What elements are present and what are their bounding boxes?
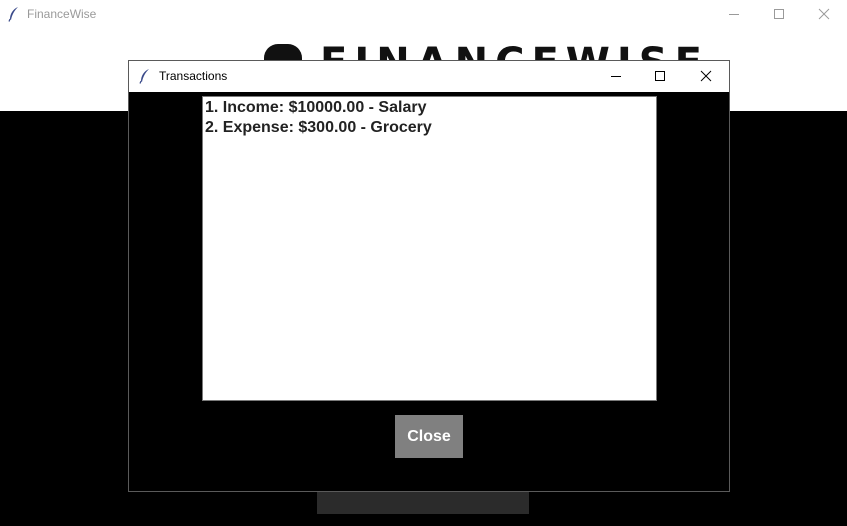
main-minimize-button[interactable] (711, 0, 757, 28)
partially-hidden-button[interactable] (317, 491, 529, 514)
minimize-icon (729, 14, 739, 15)
main-maximize-button[interactable] (756, 0, 802, 28)
close-icon (700, 70, 712, 82)
close-icon (818, 8, 830, 20)
maximize-icon (774, 9, 784, 19)
main-close-button[interactable] (801, 0, 847, 28)
transaction-line: 1. Income: $10000.00 - Salary (205, 99, 427, 116)
feather-icon (8, 6, 20, 22)
transactions-dialog: Transactions 1. Income: $10000.00 - Sala… (128, 60, 730, 492)
dialog-titlebar[interactable]: Transactions (129, 61, 729, 92)
minimize-icon (611, 76, 621, 77)
main-window-title: FinanceWise (27, 7, 97, 21)
maximize-icon (655, 71, 665, 81)
transactions-text-area[interactable]: 1. Income: $10000.00 - Salary 2. Expense… (202, 96, 657, 401)
dialog-maximize-button[interactable] (638, 61, 682, 91)
close-button[interactable]: Close (395, 415, 463, 458)
dialog-close-button[interactable] (684, 61, 728, 91)
dialog-minimize-button[interactable] (594, 61, 638, 91)
feather-icon (139, 68, 151, 84)
transaction-line: 2. Expense: $300.00 - Grocery (205, 119, 432, 136)
dialog-title: Transactions (159, 69, 228, 83)
main-titlebar[interactable]: FinanceWise (0, 0, 847, 30)
